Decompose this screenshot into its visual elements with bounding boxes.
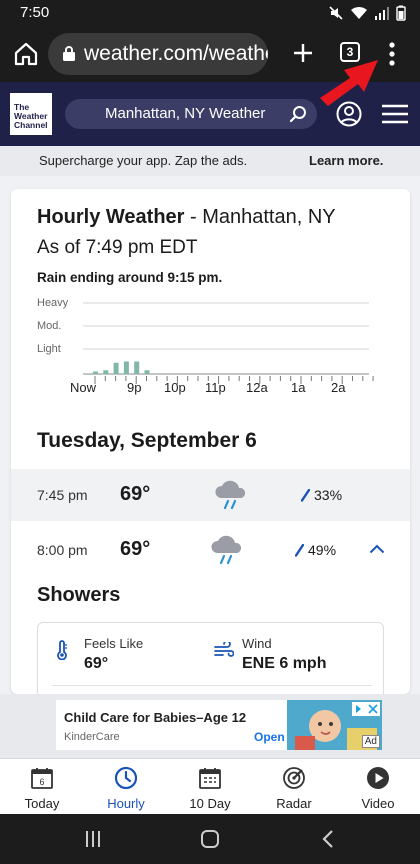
signal-icon	[375, 7, 389, 20]
recent-apps-icon[interactable]	[84, 829, 102, 849]
nav-label: Radar	[276, 796, 312, 811]
calendar-day-icon: 6	[31, 768, 53, 789]
hour-time: 8:00 pm	[37, 542, 88, 558]
battery-icon	[396, 5, 406, 21]
calendar-icon	[199, 768, 221, 789]
url-text: weather.com/weather/hourbyhour/l/Manhatt…	[84, 42, 268, 65]
x-label-1a: 1a	[291, 380, 306, 395]
nav-today[interactable]: 6 Today	[0, 759, 84, 815]
precip-bar	[123, 361, 129, 374]
svg-text:6: 6	[39, 777, 44, 787]
ad-close-icon[interactable]	[352, 702, 380, 716]
clock-icon	[114, 766, 138, 790]
chevron-up-icon[interactable]	[369, 544, 385, 554]
divider	[52, 685, 372, 686]
precip-bar	[103, 370, 109, 374]
feels-like-value: 69°	[84, 655, 109, 672]
precip-chance: 33%	[300, 487, 342, 503]
feels-like-label: Feels Like	[84, 636, 144, 651]
rain-cloud-icon	[215, 480, 246, 510]
wifi-icon	[351, 6, 367, 19]
ad-image[interactable]: Ad	[287, 700, 382, 750]
nav-video[interactable]: Video	[336, 759, 420, 815]
nav-radar[interactable]: Radar	[252, 759, 336, 815]
raindrop-icon	[300, 488, 311, 502]
status-time: 7:50	[20, 4, 50, 21]
red-arrow-annotation	[320, 60, 378, 106]
raindrop-icon	[294, 543, 305, 557]
x-label-10p: 10p	[164, 380, 186, 395]
nav-label: Hourly	[107, 796, 145, 811]
ad-banner: Child Care for Babies–Age 12 KinderCare …	[0, 694, 420, 758]
ad-open-button[interactable]: Open	[254, 730, 285, 744]
precipitation-chart: Heavy Mod. Light Now 9p 10p 11p 12a 1a 2…	[11, 293, 410, 413]
precip-chance: 49%	[294, 542, 336, 558]
search-icon	[289, 106, 306, 123]
radar-icon	[283, 767, 305, 789]
ad-content[interactable]: Child Care for Babies–Age 12 KinderCare …	[56, 700, 382, 750]
details-panel: Feels Like 69° Wind ENE 6 mph	[37, 622, 384, 694]
hourly-card: Hourly Weather - Manhattan, NY As of 7:4…	[11, 189, 410, 694]
ad-advertiser: KinderCare	[64, 731, 120, 743]
nav-label: 10 Day	[189, 796, 231, 811]
hour-temp: 69°	[120, 538, 151, 560]
page-title: Hourly Weather - Manhattan, NY	[37, 206, 336, 228]
play-icon	[367, 767, 389, 789]
rain-cloud-icon	[211, 535, 242, 565]
hour-row[interactable]: 7:45 pm 69° 33%	[11, 469, 410, 521]
nav-hourly[interactable]: Hourly	[84, 759, 168, 815]
address-bar[interactable]: weather.com/weather/hourbyhour/l/Manhatt…	[48, 33, 268, 75]
ad-badge: Ad	[361, 735, 380, 748]
x-label-11p: 11p	[205, 380, 226, 395]
home-button-icon[interactable]	[200, 829, 220, 849]
bars	[93, 361, 150, 374]
nav-10-day[interactable]: 10 Day	[168, 759, 252, 815]
hour-temp: 69°	[120, 483, 151, 505]
learn-more-link[interactable]: Learn more.	[309, 153, 383, 168]
new-tab-icon[interactable]	[288, 38, 318, 68]
precip-bar	[93, 371, 98, 374]
status-icons	[328, 5, 406, 21]
precip-bar	[113, 362, 119, 374]
search-location-text: Manhattan, NY Weather	[105, 105, 266, 122]
x-label-2a: 2a	[331, 380, 346, 395]
status-bar: 7:50	[0, 0, 420, 26]
thermometer-icon	[57, 640, 67, 660]
weather-channel-logo[interactable]: The Weather Channel	[10, 93, 52, 135]
home-icon[interactable]	[12, 40, 40, 68]
condition-heading: Showers	[37, 584, 121, 606]
location-search[interactable]: Manhattan, NY Weather	[65, 99, 317, 129]
day-heading: Tuesday, September 6	[37, 429, 257, 452]
back-icon[interactable]	[321, 829, 335, 849]
x-label-now: Now	[70, 380, 97, 395]
rain-note: Rain ending around 9:15 pm.	[37, 270, 223, 285]
wind-icon	[214, 642, 234, 657]
mute-icon	[329, 6, 343, 20]
as-of-time: As of 7:49 pm EDT	[37, 237, 198, 258]
lock-icon	[63, 46, 75, 61]
wind-label: Wind	[242, 636, 272, 651]
nav-label: Today	[24, 796, 60, 811]
hour-time: 7:45 pm	[37, 487, 88, 503]
system-navigation-bar	[0, 814, 420, 864]
hour-row[interactable]: 8:00 pm 69° 49%	[11, 524, 410, 576]
bottom-navigation: 6 Today Hourly 10 Day Radar Video	[0, 758, 420, 814]
ad-title: Child Care for Babies–Age 12	[64, 710, 247, 725]
x-label-12a: 12a	[246, 380, 268, 395]
nav-label: Video	[361, 796, 395, 811]
precip-bar	[134, 361, 140, 374]
x-label-9p: 9p	[127, 380, 142, 395]
wind-value: ENE 6 mph	[242, 655, 327, 672]
precip-bar	[144, 370, 150, 374]
precip-bars	[83, 302, 374, 384]
promo-strip: Supercharge your app. Zap the ads. Learn…	[0, 146, 420, 176]
promo-text: Supercharge your app. Zap the ads.	[39, 153, 248, 168]
